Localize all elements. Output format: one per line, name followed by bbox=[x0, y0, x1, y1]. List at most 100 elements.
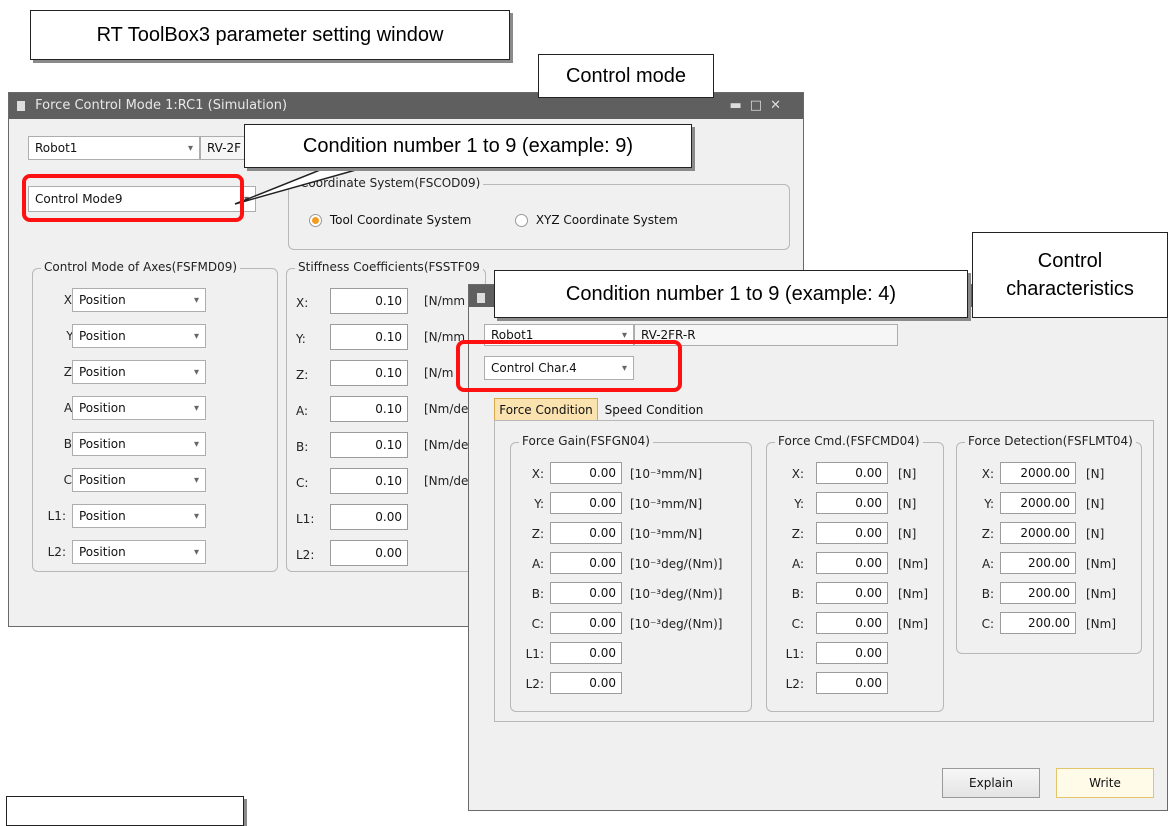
force-cmd-value: 0.00 bbox=[855, 556, 882, 570]
force-cmd-input[interactable]: 0.00 bbox=[816, 492, 888, 514]
force-cmd-axis-label: X: bbox=[791, 467, 804, 481]
force-gain-input[interactable]: 0.00 bbox=[550, 552, 622, 574]
force-detection-value: 200.00 bbox=[1028, 556, 1070, 570]
bottom-left-callout bbox=[6, 796, 244, 826]
force-detection-input[interactable]: 200.00 bbox=[1000, 552, 1076, 574]
force-cmd-label: Force Cmd.(FSFCMD04) bbox=[775, 434, 923, 448]
window2-doc-icon bbox=[477, 292, 485, 303]
force-gain-input[interactable]: 0.00 bbox=[550, 642, 622, 664]
force-cmd-value: 0.00 bbox=[855, 676, 882, 690]
control-characteristics-callout-text: Control characteristics bbox=[1006, 250, 1134, 300]
force-gain-input[interactable]: 0.00 bbox=[550, 612, 622, 634]
force-gain-unit: [10⁻³deg/(Nm)] bbox=[630, 617, 723, 631]
force-gain-axis-label: C: bbox=[531, 617, 544, 631]
chevron-down-icon: ▾ bbox=[621, 329, 627, 341]
force-gain-axis-label: L2: bbox=[525, 677, 544, 691]
force-detection-input[interactable]: 200.00 bbox=[1000, 582, 1076, 604]
write-label: Write bbox=[1089, 776, 1121, 790]
force-gain-unit: [10⁻³mm/N] bbox=[630, 527, 703, 541]
force-gain-unit: [10⁻³deg/(Nm)] bbox=[630, 587, 723, 601]
force-cmd-input[interactable]: 0.00 bbox=[816, 612, 888, 634]
force-detection-axis-label: A: bbox=[981, 557, 994, 571]
force-gain-label: Force Gain(FSFGN04) bbox=[519, 434, 653, 448]
condition-4-callout: Condition number 1 to 9 (example: 4) bbox=[494, 270, 968, 318]
explain-label: Explain bbox=[969, 776, 1013, 790]
force-gain-value: 0.00 bbox=[589, 466, 616, 480]
force-detection-value: 200.00 bbox=[1028, 586, 1070, 600]
explain-button[interactable]: Explain bbox=[942, 768, 1040, 798]
force-detection-value: 200.00 bbox=[1028, 616, 1070, 630]
force-gain-axis-label: Z: bbox=[531, 527, 544, 541]
force-cmd-axis-label: Y: bbox=[794, 497, 804, 511]
force-gain-unit: [10⁻³deg/(Nm)] bbox=[630, 557, 723, 571]
tab-force-label: Force Condition bbox=[499, 402, 593, 417]
force-detection-axis-label: Z: bbox=[981, 527, 994, 541]
force-cmd-unit: [N] bbox=[898, 497, 917, 511]
force-cmd-input[interactable]: 0.00 bbox=[816, 522, 888, 544]
tab-force-condition[interactable]: Force Condition bbox=[494, 398, 598, 420]
force-detection-unit: [Nm] bbox=[1086, 617, 1117, 631]
force-cmd-input[interactable]: 0.00 bbox=[816, 462, 888, 484]
force-cmd-axis-label: B: bbox=[791, 587, 804, 601]
force-gain-value: 0.00 bbox=[589, 526, 616, 540]
force-gain-value: 0.00 bbox=[589, 556, 616, 570]
condition-9-callout: Condition number 1 to 9 (example: 9) bbox=[244, 124, 692, 168]
force-gain-input[interactable]: 0.00 bbox=[550, 492, 622, 514]
force-cmd-input[interactable]: 0.00 bbox=[816, 552, 888, 574]
force-cmd-value: 0.00 bbox=[855, 496, 882, 510]
force-cmd-input[interactable]: 0.00 bbox=[816, 642, 888, 664]
force-gain-axis-label: X: bbox=[531, 467, 544, 481]
force-gain-input[interactable]: 0.00 bbox=[550, 672, 622, 694]
force-detection-axis-label: X: bbox=[981, 467, 994, 481]
force-gain-group: Force Gain(FSFGN04) bbox=[510, 434, 752, 712]
force-cmd-unit: [Nm] bbox=[898, 587, 929, 601]
force-cmd-axis-label: A: bbox=[791, 557, 804, 571]
force-cmd-unit: [N] bbox=[898, 527, 917, 541]
force-detection-label: Force Detection(FSFLMT04) bbox=[965, 434, 1136, 448]
highlight-control-mode bbox=[22, 174, 244, 222]
force-cmd-value: 0.00 bbox=[855, 646, 882, 660]
force-detection-axis-label: C: bbox=[981, 617, 994, 631]
force-detection-input[interactable]: 200.00 bbox=[1000, 612, 1076, 634]
force-cmd-unit: [N] bbox=[898, 467, 917, 481]
force-cmd-value: 0.00 bbox=[855, 526, 882, 540]
force-detection-input[interactable]: 2000.00 bbox=[1000, 492, 1076, 514]
force-gain-input[interactable]: 0.00 bbox=[550, 582, 622, 604]
force-gain-value: 0.00 bbox=[589, 496, 616, 510]
force-cmd-axis-label: L2: bbox=[785, 677, 804, 691]
force-gain-axis-label: Y: bbox=[534, 497, 544, 511]
force-gain-value: 0.00 bbox=[589, 646, 616, 660]
condition-9-callout-text: Condition number 1 to 9 (example: 9) bbox=[302, 135, 634, 157]
force-detection-value: 2000.00 bbox=[1020, 466, 1070, 480]
write-button[interactable]: Write bbox=[1056, 768, 1154, 798]
force-detection-unit: [Nm] bbox=[1086, 587, 1117, 601]
force-detection-value: 2000.00 bbox=[1020, 526, 1070, 540]
tab-speed-condition[interactable]: Speed Condition bbox=[602, 400, 706, 420]
condition-4-callout-text: Condition number 1 to 9 (example: 4) bbox=[565, 283, 897, 305]
force-cmd-input[interactable]: 0.00 bbox=[816, 672, 888, 694]
force-gain-value: 0.00 bbox=[589, 676, 616, 690]
force-gain-unit: [10⁻³mm/N] bbox=[630, 467, 703, 481]
force-gain-unit: [10⁻³mm/N] bbox=[630, 497, 703, 511]
force-cmd-input[interactable]: 0.00 bbox=[816, 582, 888, 604]
force-detection-unit: [N] bbox=[1086, 467, 1105, 481]
force-gain-value: 0.00 bbox=[589, 586, 616, 600]
force-detection-input[interactable]: 2000.00 bbox=[1000, 522, 1076, 544]
force-gain-input[interactable]: 0.00 bbox=[550, 462, 622, 484]
force-gain-input[interactable]: 0.00 bbox=[550, 522, 622, 544]
force-cmd-value: 0.00 bbox=[855, 616, 882, 630]
tab-speed-label: Speed Condition bbox=[604, 403, 704, 417]
force-detection-unit: [Nm] bbox=[1086, 557, 1117, 571]
force-cmd-value: 0.00 bbox=[855, 466, 882, 480]
force-cmd-axis-label: L1: bbox=[785, 647, 804, 661]
force-cmd-value: 0.00 bbox=[855, 586, 882, 600]
force-gain-value: 0.00 bbox=[589, 616, 616, 630]
control-characteristics-callout: Control characteristics bbox=[972, 232, 1168, 318]
force-gain-axis-label: A: bbox=[531, 557, 544, 571]
force-gain-axis-label: B: bbox=[531, 587, 544, 601]
force-cmd-axis-label: Z: bbox=[791, 527, 804, 541]
force-detection-input[interactable]: 2000.00 bbox=[1000, 462, 1076, 484]
force-cmd-unit: [Nm] bbox=[898, 557, 929, 571]
force-detection-value: 2000.00 bbox=[1020, 496, 1070, 510]
force-gain-axis-label: L1: bbox=[525, 647, 544, 661]
